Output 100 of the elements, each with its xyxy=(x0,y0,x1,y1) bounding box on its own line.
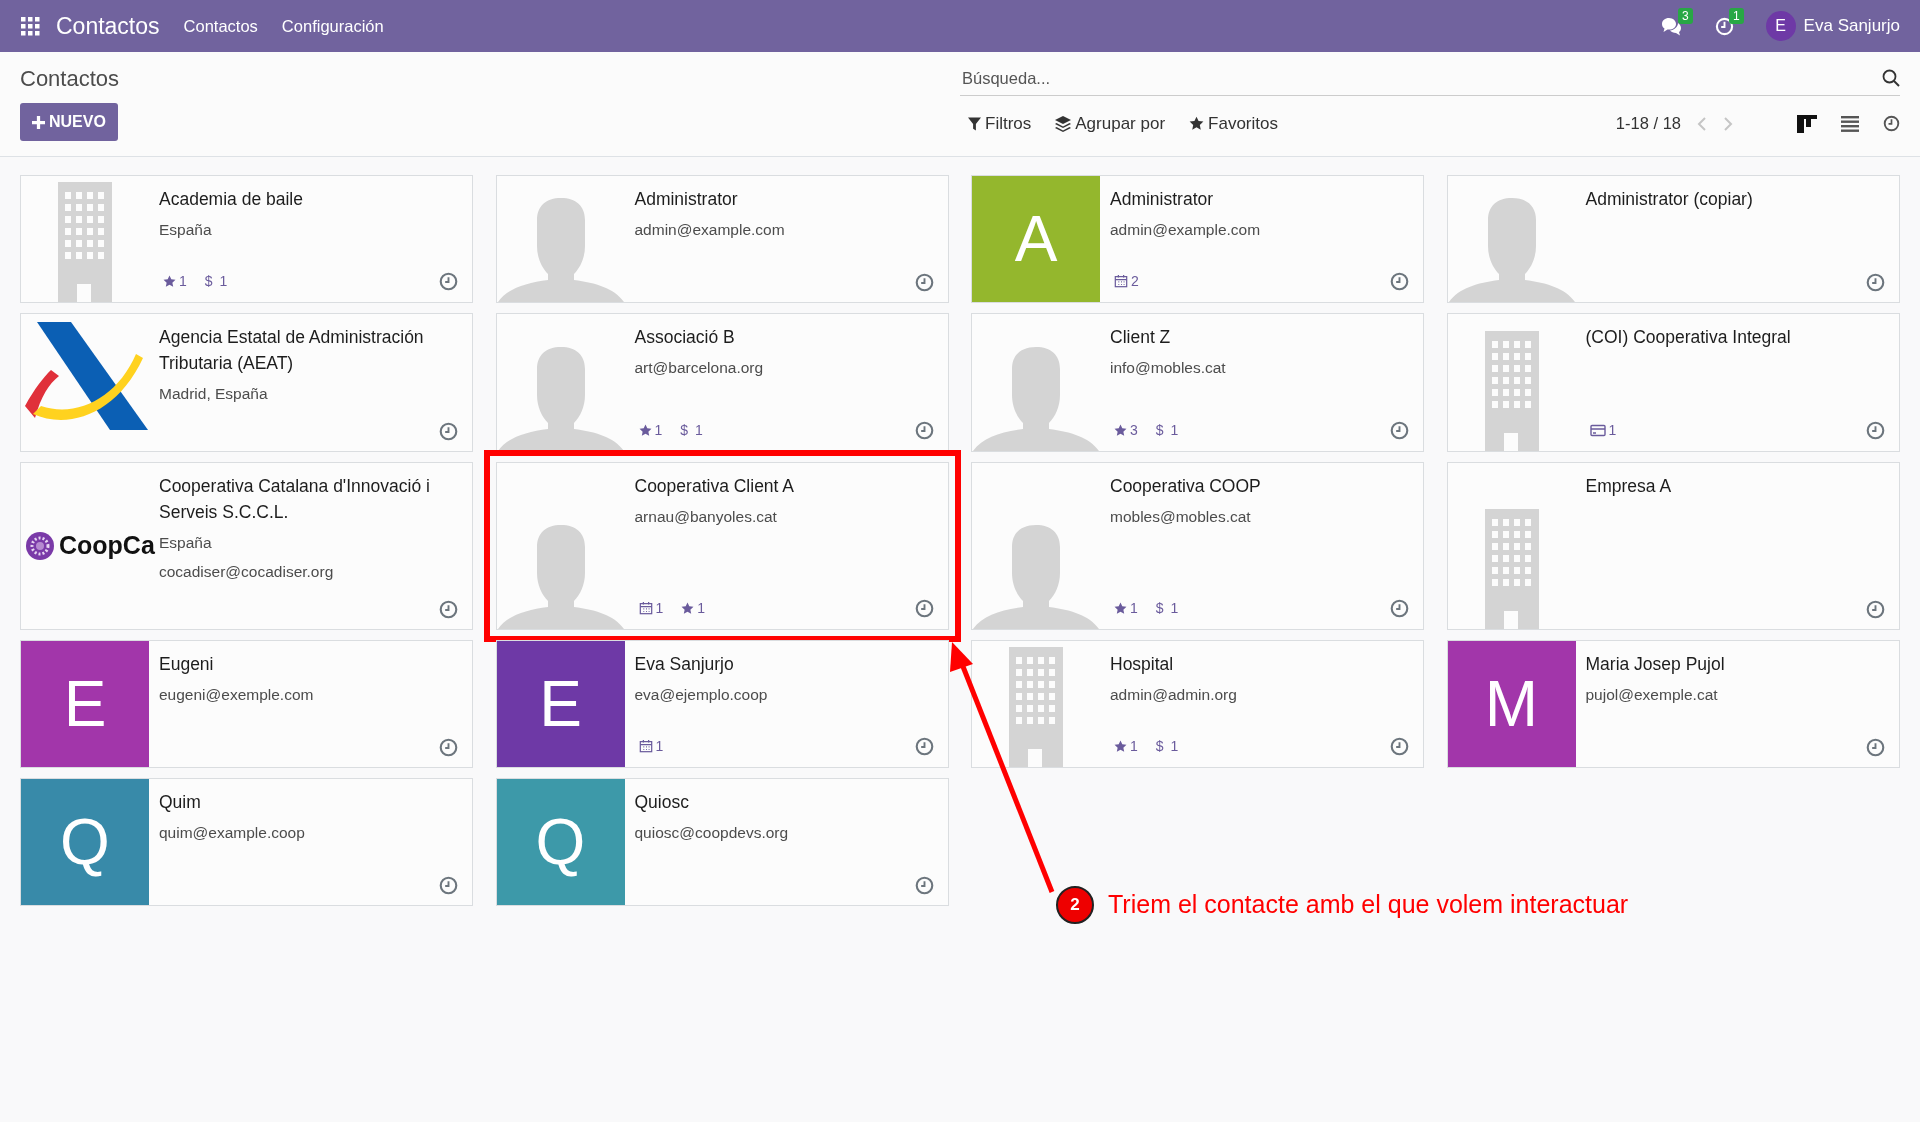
activity-count: 1 xyxy=(1728,8,1744,24)
contact-card[interactable]: Cooperativa COOP mobles@mobles.cat 1 $ 1 xyxy=(971,461,1424,630)
contact-detail: España xyxy=(159,533,213,553)
filter-menu-button[interactable]: Agrupar por xyxy=(1047,107,1174,141)
breadcrumb-title: Contactos xyxy=(20,65,121,93)
count-text: 1 xyxy=(1130,598,1138,618)
contact-detail: eva@ejemplo.coop xyxy=(634,684,769,705)
building-icon xyxy=(1484,330,1539,451)
clock-icon[interactable] xyxy=(1865,599,1885,619)
filter-menu-button[interactable]: Favoritos xyxy=(1181,107,1286,141)
user-avatar[interactable]: E xyxy=(1765,11,1796,41)
clock-icon[interactable] xyxy=(439,875,458,895)
contact-card[interactable]: Administrator (copiar) xyxy=(1446,174,1900,303)
contact-detail: art@barcelona.org xyxy=(634,358,765,378)
star-icon xyxy=(163,274,176,288)
contact-card[interactable]: Cooperativa Client A arnau@banyoles.cat 1 1 xyxy=(495,461,949,630)
avatar-initial: A xyxy=(972,175,1100,302)
count-text: 1 xyxy=(1170,420,1179,440)
clock-icon[interactable] xyxy=(1865,737,1885,757)
clock-icon[interactable] xyxy=(914,875,934,895)
contact-card[interactable]: Hospital admin@admin.org 1 $ 1 xyxy=(971,639,1424,768)
clock-icon[interactable] xyxy=(439,271,458,291)
count-text: 1 xyxy=(654,420,663,440)
list-view-icon[interactable] xyxy=(1841,115,1859,132)
contact-name: Cooperativa COOP xyxy=(1110,474,1262,498)
star-icon xyxy=(1114,601,1127,615)
dollar-sign: $ xyxy=(1155,598,1164,618)
contact-card[interactable]: Client Z info@mobles.cat 3 $ 1 xyxy=(971,312,1424,452)
count-text: 1 xyxy=(219,271,228,291)
contact-card[interactable]: Agencia Estatal de Administración Tributaria (AEAT) Madrid, España xyxy=(20,312,473,452)
app-title[interactable]: Contactos xyxy=(56,8,160,44)
contact-detail: quiosc@coopdevs.org xyxy=(634,822,790,843)
clock-icon[interactable] xyxy=(914,420,934,440)
count-text: 2 xyxy=(1131,271,1139,291)
contact-name: (COI) Cooperativa Integral xyxy=(1585,325,1792,349)
contact-card[interactable]: Administrator admin@example.com xyxy=(495,174,949,303)
menu-item[interactable]: Contactos xyxy=(183,13,258,39)
dollar-sign: $ xyxy=(204,271,213,291)
clock-icon[interactable] xyxy=(439,737,458,757)
contact-name: Administrator (copiar) xyxy=(1585,187,1754,211)
clock-icon[interactable] xyxy=(914,272,934,292)
contact-detail: arnau@banyoles.cat xyxy=(634,506,778,527)
dollar-sign: $ xyxy=(680,420,689,440)
contact-name: Quiosc xyxy=(634,790,690,814)
menu-item[interactable]: Configuración xyxy=(281,13,384,39)
contact-name: Administrator xyxy=(634,187,739,211)
clock-icon[interactable] xyxy=(914,736,934,756)
apps-menu-icon[interactable] xyxy=(20,16,40,36)
avatar-initial: M xyxy=(1447,640,1576,767)
contact-detail: admin@example.com xyxy=(1110,220,1262,240)
dollar-sign: $ xyxy=(1155,736,1164,756)
contact-card[interactable]: Empresa A xyxy=(1446,461,1900,630)
filter-menu-button[interactable]: Filtros xyxy=(960,107,1040,141)
star-icon xyxy=(1114,739,1127,753)
contact-detail: info@mobles.cat xyxy=(1110,358,1227,378)
calendar-icon xyxy=(638,601,653,615)
contact-card[interactable]: Q Quim quim@example.coop xyxy=(20,777,473,906)
star-icon xyxy=(1114,423,1127,437)
calendar-icon xyxy=(638,739,653,753)
contact-card[interactable]: M Maria Josep Pujol pujol@exemple.cat xyxy=(1446,639,1900,768)
clock-icon[interactable] xyxy=(1865,420,1885,440)
contact-detail: admin@admin.org xyxy=(1110,684,1238,705)
count-text: 1 xyxy=(1170,736,1179,756)
new-button[interactable]: NUEVO xyxy=(20,103,118,141)
star-icon xyxy=(681,601,695,615)
contact-card[interactable]: A Administrator admin@example.com 2 xyxy=(971,174,1424,303)
contact-card[interactable]: E Eva Sanjurjo eva@ejemplo.coop 1 xyxy=(495,639,949,768)
contact-name: Agencia Estatal de Administración Tributaria (AEAT) xyxy=(159,325,425,375)
count-text: 1 xyxy=(1170,598,1179,618)
contact-card[interactable]: Q Quiosc quiosc@coopdevs.org xyxy=(495,777,949,906)
contact-card[interactable]: Academia de baile España 1 $ 1 xyxy=(20,174,473,303)
flower-logo-icon xyxy=(25,530,55,561)
clock-icon[interactable] xyxy=(439,421,458,441)
clock-icon[interactable] xyxy=(1390,736,1409,756)
count-text: 3 xyxy=(1130,420,1138,440)
step-number: 2 xyxy=(1056,886,1094,924)
chat-icon[interactable] xyxy=(1660,16,1683,37)
contact-card[interactable]: Associació B art@barcelona.org 1 $ 1 xyxy=(495,312,949,452)
clock-icon[interactable] xyxy=(1390,271,1409,291)
kanban-view-icon[interactable] xyxy=(1797,114,1817,133)
search-field[interactable]: Búsqueda... xyxy=(960,62,1882,95)
avatar-initial: Q xyxy=(21,778,149,905)
user-name[interactable]: Eva Sanjurjo xyxy=(1803,13,1900,39)
contact-card[interactable]: E Eugeni eugeni@exemple.com xyxy=(20,639,473,768)
clock-icon[interactable] xyxy=(1865,272,1885,292)
clock-icon[interactable] xyxy=(914,598,934,618)
count-text: 1 xyxy=(697,598,706,618)
layers-icon xyxy=(1055,115,1072,132)
count-text: 1 xyxy=(1608,420,1617,440)
contact-card[interactable]: CoopCa Cooperativa Catalana d'Innovació i Serveis S.C.C.L. España cocadiser@cocadiser.org xyxy=(20,461,473,630)
clock-icon[interactable] xyxy=(1390,420,1409,440)
building-icon xyxy=(58,181,112,302)
contact-card[interactable]: (COI) Cooperativa Integral 1 xyxy=(1446,312,1900,452)
activity-view-icon[interactable] xyxy=(1883,115,1900,133)
pager-value[interactable]: 1-18 / 18 xyxy=(1615,111,1681,137)
count-text: 1 xyxy=(1130,736,1138,756)
clock-icon[interactable] xyxy=(439,599,458,619)
search-icon[interactable] xyxy=(1882,69,1900,88)
clock-icon[interactable] xyxy=(1390,598,1409,618)
contact-name: Maria Josep Pujol xyxy=(1585,652,1726,676)
